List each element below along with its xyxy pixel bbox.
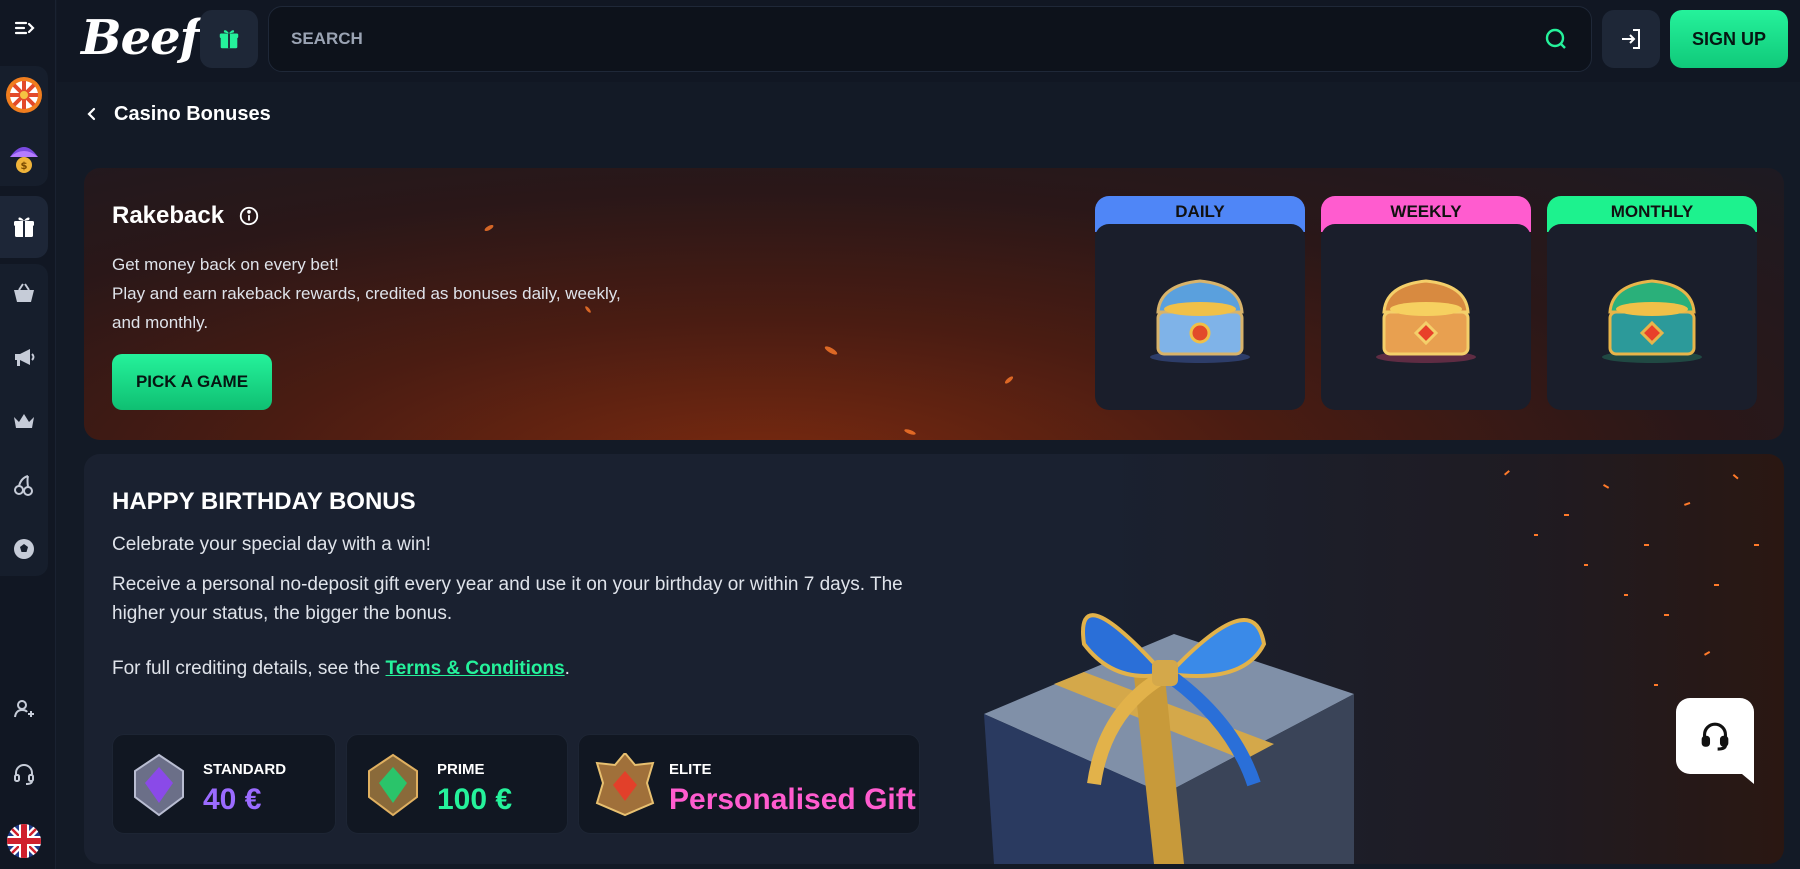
- support-chat-button[interactable]: [1676, 698, 1754, 784]
- birthday-terms: For full crediting details, see the Term…: [112, 658, 570, 680]
- rakeback-description: Get money back on every bet! Play and ea…: [112, 250, 632, 337]
- cherries-icon[interactable]: [0, 456, 48, 514]
- ember-decoration: [483, 223, 495, 233]
- rakeback-desc-line2: Play and earn rakeback rewards, credited…: [112, 284, 621, 332]
- terms-link[interactable]: Terms & Conditions: [386, 658, 565, 679]
- rakeback-heading: Rakeback: [112, 202, 260, 230]
- rakeback-title: Rakeback: [112, 202, 225, 229]
- search-icon[interactable]: [1543, 26, 1569, 52]
- crown-icon[interactable]: [0, 392, 48, 450]
- signup-button[interactable]: SIGN UP: [1670, 10, 1788, 68]
- login-icon: [1622, 29, 1640, 49]
- breadcrumb: Casino Bonuses: [84, 100, 271, 128]
- status-name: STANDARD: [203, 761, 287, 778]
- bonus-drop-icon[interactable]: $: [0, 128, 48, 186]
- uk-flag-icon[interactable]: [0, 812, 48, 869]
- headset-icon[interactable]: [0, 745, 48, 803]
- menu-toggle-icon[interactable]: [0, 0, 48, 56]
- status-name: PRIME: [437, 761, 485, 778]
- standard-badge-icon: [134, 753, 184, 817]
- blue-chest-icon: [1150, 279, 1250, 363]
- login-button[interactable]: [1602, 10, 1660, 68]
- teal-chest-icon: [1602, 279, 1702, 363]
- add-user-icon[interactable]: [0, 680, 48, 738]
- ember-decoration: [823, 344, 839, 357]
- gift-box-illustration: [984, 613, 1354, 864]
- terms-suffix: .: [564, 658, 570, 679]
- search-bar: [268, 6, 1592, 72]
- pick-a-game-button[interactable]: PICK A GAME: [112, 354, 272, 410]
- elite-badge-icon: [595, 753, 655, 817]
- status-value: 40 €: [203, 783, 262, 816]
- chevron-left-icon[interactable]: [84, 106, 100, 122]
- info-icon[interactable]: [238, 205, 260, 227]
- football-icon[interactable]: [0, 520, 48, 578]
- status-prime: PRIME 100 €: [346, 734, 568, 834]
- ember-decoration: [903, 428, 917, 436]
- svg-text:$: $: [21, 161, 28, 172]
- gift-icon[interactable]: [0, 198, 48, 256]
- headset-icon: [1701, 722, 1729, 751]
- tier-daily[interactable]: DAILY: [1095, 196, 1305, 410]
- terms-prefix: For full crediting details, see the: [112, 658, 386, 679]
- gift-icon: [219, 30, 239, 49]
- megaphone-icon[interactable]: [0, 328, 48, 386]
- status-standard: STANDARD 40 €: [112, 734, 336, 834]
- page-title: Casino Bonuses: [114, 102, 271, 125]
- status-value: Personalised Gift: [669, 783, 916, 816]
- status-elite: ELITE Personalised Gift: [578, 734, 920, 834]
- rakeback-card: Rakeback Get money back on every bet! Pl…: [84, 168, 1784, 440]
- chest-monthly: [1547, 224, 1757, 410]
- prime-badge-icon: [368, 753, 418, 817]
- ember-decoration: [1003, 375, 1015, 385]
- top-header: Beef SIGN UP: [57, 0, 1800, 82]
- sidebar: $: [0, 0, 56, 869]
- status-name: ELITE: [669, 761, 712, 778]
- search-input[interactable]: [291, 29, 1543, 49]
- shop-basket-icon[interactable]: [0, 264, 48, 322]
- gold-chest-icon: [1376, 279, 1476, 363]
- birthday-subtitle: Celebrate your special day with a win!: [112, 534, 431, 555]
- rakeback-desc-line1: Get money back on every bet!: [112, 255, 339, 274]
- birthday-bonus-card: HAPPY BIRTHDAY BONUS Celebrate your spec…: [84, 454, 1784, 864]
- tier-weekly[interactable]: WEEKLY: [1321, 196, 1531, 410]
- tier-monthly[interactable]: MONTHLY: [1547, 196, 1757, 410]
- birthday-title: HAPPY BIRTHDAY BONUS: [112, 488, 416, 515]
- chest-daily: [1095, 224, 1305, 410]
- status-value: 100 €: [437, 783, 513, 816]
- wheel-icon[interactable]: [0, 66, 48, 124]
- birthday-description: Receive a personal no-deposit gift every…: [112, 574, 903, 624]
- chest-weekly: [1321, 224, 1531, 410]
- beef-logo[interactable]: Beef: [81, 10, 200, 66]
- header-gift-button[interactable]: [200, 10, 258, 68]
